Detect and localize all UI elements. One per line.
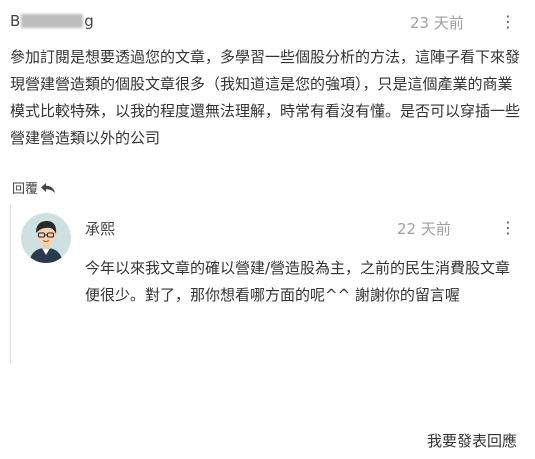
author-name-prefix: B bbox=[10, 12, 21, 30]
comment-author[interactable]: B g bbox=[10, 12, 94, 30]
comment-timestamp: 23 天前 bbox=[410, 14, 464, 32]
reply-label: 回覆 bbox=[12, 182, 39, 197]
reply-timestamp: 22 天前 bbox=[397, 220, 451, 238]
reply-button[interactable]: 回覆 bbox=[12, 178, 56, 197]
more-options-icon[interactable]: ⋮ bbox=[500, 12, 516, 31]
reply-author[interactable]: 承熙 bbox=[85, 218, 115, 239]
reply-thread-line bbox=[10, 204, 11, 364]
author-name-redacted bbox=[21, 14, 84, 28]
avatar-portrait-icon bbox=[21, 213, 71, 263]
reply-body: 今年以來我文章的確以營建/營造股為主，之前的民生消費股文章便很少。對了，那你想看… bbox=[85, 259, 511, 304]
avatar[interactable] bbox=[21, 213, 71, 263]
author-name-suffix: g bbox=[84, 12, 94, 30]
post-reply-button[interactable]: 我要發表回應 bbox=[427, 430, 517, 451]
comment-body: 參加訂閱是想要透過您的文章，多學習一些個股分析的方法，這陣子看下來發現營建營造類… bbox=[10, 48, 521, 147]
more-options-icon[interactable]: ⋮ bbox=[500, 218, 516, 237]
reply-arrow-icon bbox=[41, 182, 56, 193]
